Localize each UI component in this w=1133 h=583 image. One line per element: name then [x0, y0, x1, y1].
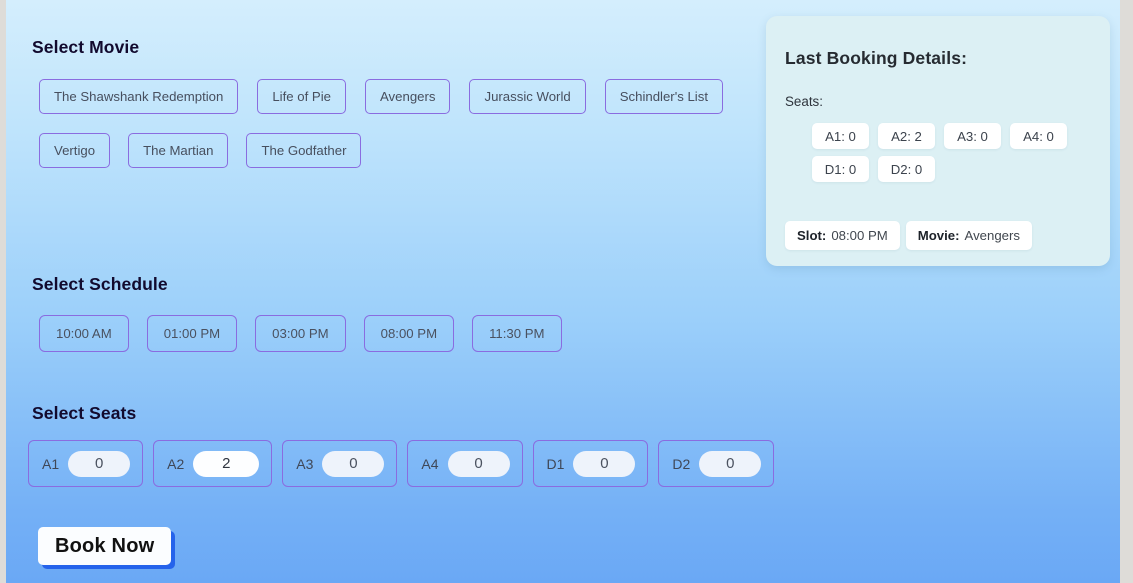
- slot-label: Slot:: [797, 228, 827, 243]
- panel-seat-chip: A2: 2: [878, 123, 935, 149]
- seat-stepper: A4: [407, 440, 523, 487]
- last-booking-seat-chips: A1: 0 A2: 2 A3: 0 A4: 0 D1: 0 D2: 0: [812, 123, 1067, 182]
- schedule-button[interactable]: 03:00 PM: [255, 315, 346, 352]
- last-booking-movie: Movie: Avengers: [905, 221, 1033, 250]
- page-title-select-movie: Select Movie: [32, 37, 140, 57]
- schedule-button[interactable]: 10:00 AM: [39, 315, 129, 352]
- movie-value: Avengers: [964, 228, 1021, 243]
- seat-label: A2: [167, 455, 185, 472]
- seat-stepper: A2: [153, 440, 273, 487]
- panel-seat-chip-row: D1: 0 D2: 0: [812, 156, 1067, 182]
- seat-quantity-input[interactable]: [447, 450, 510, 477]
- schedule-button[interactable]: 11:30 PM: [472, 315, 562, 352]
- last-booking-meta: Slot: 08:00 PM Movie: Avengers: [785, 221, 1033, 250]
- seat-label: D1: [546, 455, 565, 472]
- movie-button[interactable]: The Shawshank Redemption: [39, 79, 239, 114]
- seat-stepper: D1: [532, 440, 649, 487]
- last-booking-title: Last Booking Details:: [785, 48, 968, 68]
- movie-button[interactable]: Schindler's List: [604, 79, 723, 114]
- seat-quantity-input[interactable]: [322, 450, 385, 477]
- page-title-select-schedule: Select Schedule: [32, 274, 168, 294]
- slot-value: 08:00 PM: [831, 228, 888, 243]
- panel-seat-chip: A4: 0: [1010, 123, 1067, 149]
- page-title-select-seats: Select Seats: [32, 403, 137, 423]
- schedule-button-row: 10:00 AM 01:00 PM 03:00 PM 08:00 PM 11:30 PM: [39, 315, 562, 352]
- panel-seat-chip-row: A1: 0 A2: 2 A3: 0 A4: 0: [812, 123, 1067, 149]
- panel-seat-chip: A1: 0: [812, 123, 869, 149]
- seat-stepper: A1: [28, 440, 144, 487]
- schedule-button[interactable]: 01:00 PM: [146, 315, 238, 352]
- last-booking-details-panel: Last Booking Details: Seats: A1: 0 A2: 2A…: [766, 16, 1110, 266]
- movie-button-row-2: Vertigo The Martian The Godfather: [39, 133, 362, 168]
- movie-button[interactable]: Jurassic World: [469, 79, 586, 114]
- movie-booking-app: Select Movie The Shawshank Redemption Lif…: [6, 0, 1120, 583]
- panel-seat-chip: D1: 0: [812, 156, 869, 182]
- seat-selector-row: A1 A2 A3 A4 D1 D2: [28, 440, 775, 487]
- schedule-button[interactable]: 08:00 PM: [363, 315, 455, 352]
- seat-quantity-input[interactable]: [699, 450, 762, 477]
- seat-quantity-input[interactable]: [573, 450, 636, 477]
- movie-button[interactable]: Life of Pie: [257, 79, 346, 114]
- seat-label: A3: [296, 455, 314, 472]
- seat-stepper: A3: [282, 440, 398, 487]
- seat-quantity-input[interactable]: [193, 450, 260, 477]
- panel-seat-chip: A3: 0: [944, 123, 1001, 149]
- movie-label: Movie:: [917, 228, 960, 243]
- movie-button[interactable]: Vertigo: [39, 133, 111, 168]
- book-now-button[interactable]: Book Now: [38, 527, 172, 565]
- panel-seat-chip: D2: 0: [878, 156, 935, 182]
- last-booking-slot: Slot: 08:00 PM: [785, 221, 900, 250]
- movie-button[interactable]: Avengers: [365, 79, 451, 114]
- seat-label: A1: [42, 455, 60, 472]
- last-booking-seats-label: Seats:: [785, 94, 823, 109]
- movie-button[interactable]: The Godfather: [246, 133, 362, 168]
- seat-label: D2: [672, 455, 691, 472]
- movie-button[interactable]: The Martian: [128, 133, 229, 168]
- seat-label: A4: [421, 455, 439, 472]
- seat-stepper: D2: [658, 440, 775, 487]
- seat-quantity-input[interactable]: [68, 450, 131, 477]
- movie-button-row-1: The Shawshank Redemption Life of Pie Aveng…: [39, 79, 723, 114]
